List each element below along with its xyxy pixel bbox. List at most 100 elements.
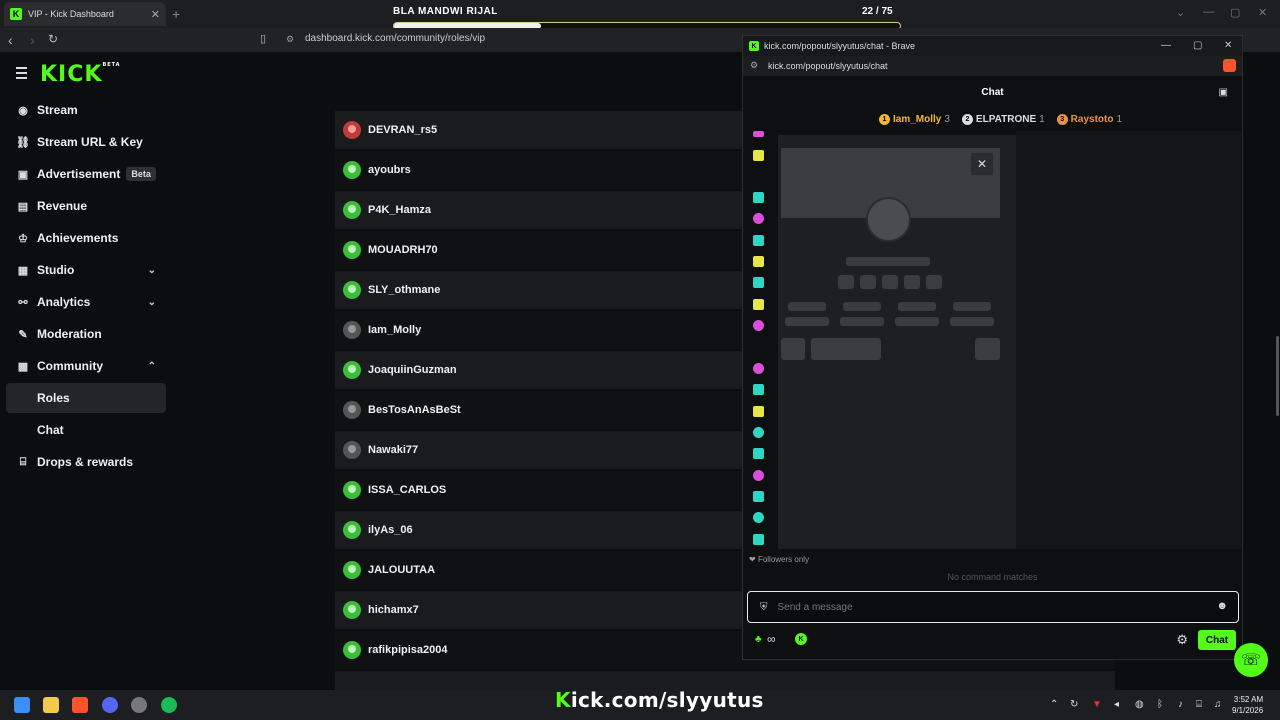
close-window-icon[interactable]: ✕ [1258, 6, 1267, 19]
skeleton-badge [926, 275, 942, 289]
tray-app-icon[interactable]: ▼ [1092, 699, 1102, 710]
sidebar-item-stream[interactable]: ◉ Stream [6, 95, 166, 125]
microphone-icon[interactable]: ♪ [1178, 699, 1183, 710]
file-explorer-icon[interactable] [43, 697, 59, 713]
sidebar-item-analytics[interactable]: ⚯ Analytics ⌄ [6, 287, 166, 317]
network-icon[interactable]: ⌸ [1196, 699, 1202, 710]
popout-window-title: kick.com/popout/slyyutus/chat - Brave [764, 41, 916, 51]
avatar [343, 401, 361, 419]
chat-message-input[interactable] [777, 601, 1198, 613]
badge-icon [753, 534, 764, 545]
maximize-icon[interactable]: ▢ [1230, 6, 1240, 19]
windows-start-icon[interactable] [14, 697, 30, 713]
chevron-up-icon: ⌃ [147, 360, 156, 372]
emoji-icon[interactable]: ☻ [1216, 600, 1228, 612]
browser-tab[interactable]: K VIP - Kick Dashboard ✕ [4, 2, 166, 26]
skeleton-stat [785, 317, 829, 326]
kick-badge-icon[interactable]: K [795, 633, 807, 645]
tab-close-icon[interactable]: ✕ [151, 8, 160, 21]
tab-list-icon[interactable]: ⌄ [1176, 6, 1185, 19]
gear-icon[interactable]: ⚙ [1176, 632, 1188, 648]
avatar [343, 641, 361, 659]
badge-icon [753, 320, 764, 331]
popout-address-bar: ⚙ kick.com/popout/slyyutus/chat [743, 56, 1242, 76]
tray-app-icon[interactable]: ↻ [1070, 699, 1078, 710]
chat-messages-area [1016, 131, 1241, 549]
site-settings-icon[interactable]: ⚙ [750, 60, 758, 71]
shield-icon[interactable]: ⛨ [760, 602, 768, 613]
link-icon: ⛓ [16, 136, 30, 149]
kick-points-icon[interactable]: ♣ [755, 634, 762, 645]
sidebar-item-roles[interactable]: Roles [6, 383, 166, 413]
system-clock[interactable]: 3:52 AM 9/1/2026 [1232, 694, 1263, 716]
wrench-icon: ✎ [18, 328, 28, 341]
page-scrollbar[interactable] [1276, 336, 1279, 416]
badge-icon [753, 427, 764, 438]
sidebar-item-achievements[interactable]: ♔ Achievements [6, 223, 166, 253]
kick-favicon-icon: K [10, 8, 22, 20]
url-text[interactable]: dashboard.kick.com/community/roles/vip [305, 33, 485, 44]
close-icon[interactable]: ✕ [971, 153, 993, 175]
popout-url-text[interactable]: kick.com/popout/slyyutus/chat [768, 61, 888, 71]
send-chat-button[interactable]: Chat [1198, 630, 1236, 650]
badge-icon [753, 150, 764, 161]
new-tab-icon[interactable]: + [172, 6, 180, 22]
help-chat-button[interactable]: ☏ [1234, 643, 1268, 677]
skeleton-stat [953, 302, 991, 311]
skeleton-button [811, 338, 881, 360]
spotify-icon[interactable] [161, 697, 177, 713]
bluetooth-icon[interactable]: ᛒ [1157, 699, 1163, 710]
sidebar-item-revenue[interactable]: ▤ Revenue [6, 191, 166, 221]
tab-title: VIP - Kick Dashboard [28, 9, 114, 19]
kick-favicon-icon: K [749, 41, 759, 51]
skeleton-badge [860, 275, 876, 289]
brave-browser-icon[interactable] [72, 697, 88, 713]
kick-logo[interactable]: KICKBETA [40, 62, 121, 87]
app-icon[interactable] [131, 697, 147, 713]
leader-3[interactable]: 3 Raystoto 1 [1056, 114, 1122, 125]
tray-discord-icon[interactable]: ◍ [1135, 699, 1144, 710]
sidebar-item-community[interactable]: ▩ Community ⌃ [6, 351, 166, 381]
bookmark-icon[interactable]: ▯ [260, 32, 266, 45]
badge-icon [753, 299, 764, 310]
brave-shield-icon[interactable] [1223, 59, 1236, 72]
gift-icon[interactable]: ▣ [1219, 87, 1228, 98]
sidebar-item-moderation[interactable]: ✎ Moderation [6, 319, 166, 349]
site-settings-icon[interactable]: ⚙ [286, 34, 294, 45]
skeleton-badge [904, 275, 920, 289]
forward-icon[interactable]: › [30, 32, 35, 48]
sidebar-item-drops-rewards[interactable]: ⌸ Drops & rewards [6, 447, 166, 477]
leader-name: Raystoto [1070, 114, 1114, 125]
discord-icon[interactable] [102, 697, 118, 713]
skeleton-button [975, 338, 1000, 360]
chevron-down-icon: ⌄ [147, 296, 156, 308]
revenue-icon: ▤ [17, 200, 29, 213]
hamburger-menu-icon[interactable] [16, 67, 27, 82]
sidebar-item-advertisement[interactable]: ▣ Advertisement Beta [6, 159, 166, 189]
back-icon[interactable]: ‹ [8, 32, 13, 48]
sidebar-item-stream-url-key[interactable]: ⛓ Stream URL & Key [6, 127, 166, 157]
tray-chevron-icon[interactable]: ⌃ [1050, 699, 1058, 710]
sidebar-item-chat[interactable]: Chat [6, 415, 166, 445]
skeleton-badge [838, 275, 854, 289]
avatar [343, 201, 361, 219]
tray-app-icon[interactable]: ◂ [1114, 699, 1119, 710]
volume-icon[interactable]: ♫ [1214, 699, 1222, 710]
message-input-box: ⛨ ☻ [747, 591, 1239, 623]
skeleton-stat [950, 317, 994, 326]
user-profile-card-loading: ✕ [778, 135, 1016, 549]
reload-icon[interactable]: ↻ [48, 32, 58, 46]
leader-2[interactable]: 2 ELPATRONE 1 [961, 114, 1045, 125]
maximize-icon[interactable]: ▢ [1193, 40, 1202, 51]
close-window-icon[interactable]: ✕ [1224, 40, 1232, 51]
avatar [343, 161, 361, 179]
leader-1[interactable]: 1 Iam_Molly 3 [879, 114, 950, 125]
play-circle-icon: ◉ [18, 104, 28, 117]
skeleton-badge [882, 275, 898, 289]
minimize-icon[interactable]: — [1203, 6, 1214, 18]
avatar [343, 441, 361, 459]
minimize-icon[interactable]: — [1161, 40, 1171, 51]
rank-badge: 1 [879, 114, 890, 125]
sidebar-item-studio[interactable]: ▦ Studio ⌄ [6, 255, 166, 285]
followers-only-notice: ❤ Followers only [749, 555, 810, 564]
